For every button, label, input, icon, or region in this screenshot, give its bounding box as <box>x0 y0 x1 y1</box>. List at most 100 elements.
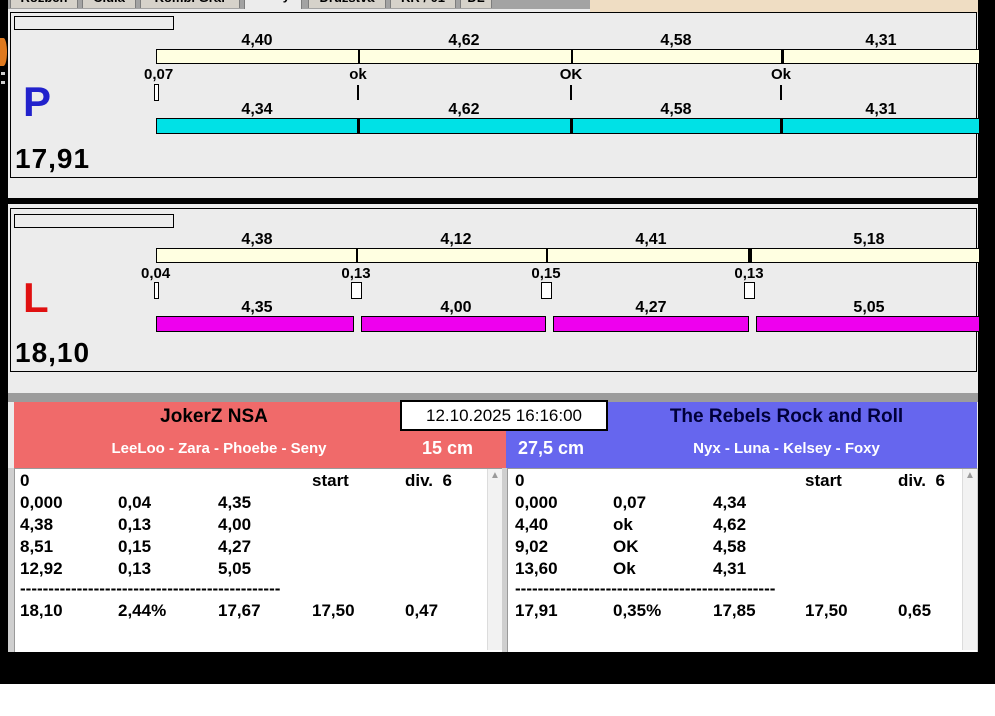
lane-p-mid-label: ok <box>349 66 367 83</box>
table-cell: 0,13 <box>118 515 152 534</box>
table-cell: 0,15 <box>118 537 152 556</box>
team-left-height: 15 cm <box>422 438 474 458</box>
result-table-left: 0 start div. 6 0,000 0,04 4,35 4,38 0,13… <box>14 468 502 652</box>
team-left-dogs: LeeLoo - Zara - Phoebe - Seny <box>111 440 327 457</box>
table-cell: 4,40 <box>515 515 549 534</box>
table-cell: 5,05 <box>218 559 252 578</box>
lane-p-time-bar <box>156 118 980 134</box>
lane-l-gap-marker <box>541 282 552 299</box>
lane-p-change-marker <box>357 85 359 100</box>
table-cell: 0,13 <box>118 559 152 578</box>
table-cell: 4,34 <box>713 493 747 512</box>
background-text-fragment <box>1 72 5 75</box>
lane-l-mid-label: 0,13 <box>734 265 764 282</box>
total-cell: 0,65 <box>898 601 932 620</box>
lane-l-panel: L 4,38 4,12 4,41 5,18 0,04 0,13 0,15 0,1… <box>10 208 980 372</box>
tab-dl[interactable]: DL <box>460 0 492 8</box>
bar-divider <box>748 249 752 262</box>
header-div: div. 6 <box>405 471 452 490</box>
table-cell: 0,000 <box>20 493 63 512</box>
table-cell: 13,60 <box>515 559 558 578</box>
table-cell: 0,000 <box>515 493 558 512</box>
total-cell: 17,50 <box>805 601 848 620</box>
lane-p-letter: P <box>23 78 52 125</box>
lane-p-start-marker <box>154 84 159 101</box>
lane-l-mid-label: 0,13 <box>341 265 371 282</box>
lane-l-bottom-value: 4,27 <box>635 299 667 316</box>
header-start: start <box>805 471 842 490</box>
lane-l-letter: L <box>23 274 49 321</box>
header-pos: 0 <box>515 471 525 490</box>
tab-grafy[interactable]: Grafy <box>244 0 302 9</box>
bar-divider <box>780 119 783 133</box>
lane-l-gap-marker <box>744 282 755 299</box>
bar-divider <box>570 119 573 133</box>
total-cell: 0,47 <box>405 601 439 620</box>
lane-l-time-bar-segment <box>361 316 546 332</box>
lane-l-mid-label: 0,04 <box>141 265 171 282</box>
lane-p-change-marker <box>570 85 572 100</box>
table-cell: 0,04 <box>118 493 152 512</box>
lane-l-bottom-value: 5,05 <box>853 299 885 316</box>
desktop-right-strip <box>978 0 995 684</box>
lane-l-top-value: 4,12 <box>440 231 472 248</box>
scrollbar[interactable]: ▲ <box>962 469 977 650</box>
lane-p-bottom-value: 4,31 <box>865 101 897 118</box>
table-cell: 12,92 <box>20 559 63 578</box>
bar-divider <box>546 249 548 262</box>
scroll-up-icon[interactable]: ▲ <box>488 469 502 483</box>
tab-cidla[interactable]: Cidla <box>82 0 136 8</box>
tab-kr-01[interactable]: KR / 01 <box>390 0 456 8</box>
table-cell: 8,51 <box>20 537 54 556</box>
table-cell: 4,27 <box>218 537 252 556</box>
lane-l-time-bar-segment <box>756 316 980 332</box>
bar-divider <box>357 119 360 133</box>
lane-p-bottom-value: 4,58 <box>660 101 692 118</box>
datetime-display: 12.10.2025 16:16:00 <box>400 400 608 431</box>
lane-l-top-value: 4,41 <box>635 231 667 248</box>
lane-p-judge-bar <box>156 49 980 64</box>
lane-p-bottom-value: 4,62 <box>448 101 480 118</box>
lane-l-time-bar-segment <box>553 316 749 332</box>
lane-l-top-value: 4,38 <box>241 231 273 248</box>
table-cell: 0,07 <box>613 493 647 512</box>
bar-divider <box>358 50 360 63</box>
table-cell: 4,00 <box>218 515 252 534</box>
lane-p-bottom-value: 4,34 <box>241 101 273 118</box>
total-cell: 0,35% <box>613 601 662 620</box>
table-cell: 4,38 <box>20 515 54 534</box>
bottom-black-band <box>0 652 995 684</box>
tab-druzstva[interactable]: Druzstva <box>308 0 386 8</box>
table-cell: OK <box>613 537 639 556</box>
desktop-left-strip <box>0 0 8 684</box>
background-app-icon <box>0 38 7 66</box>
lane-p-mid-label: Ok <box>770 66 792 83</box>
lane-p-top-value: 4,40 <box>241 32 273 49</box>
result-table-right: 0 start div. 6 0,000 0,07 4,34 4,40 ok 4… <box>507 468 977 652</box>
lane-l-top-value: 5,18 <box>853 231 885 248</box>
scrollbar[interactable]: ▲ <box>487 469 502 650</box>
table-divider-dashes: ----------------------------------------… <box>515 579 776 598</box>
tab-rozbeh[interactable]: Rozbeh <box>10 0 78 8</box>
bar-divider <box>571 50 573 63</box>
lane-p-total-time: 17,91 <box>15 143 91 174</box>
lane-separator <box>8 198 978 204</box>
lane-l-traffic-light <box>14 214 174 228</box>
lane-l-bottom-value: 4,35 <box>241 299 273 316</box>
bar-divider <box>356 249 358 262</box>
header-div: div. 6 <box>898 471 945 490</box>
lane-l-time-bar-segment <box>156 316 354 332</box>
team-right-height: 27,5 cm <box>518 438 585 458</box>
table-cell: 9,02 <box>515 537 549 556</box>
table-cell: 4,62 <box>713 515 747 534</box>
scroll-up-icon[interactable]: ▲ <box>963 469 977 483</box>
lane-p-top-value: 4,31 <box>865 32 897 49</box>
total-cell: 17,91 <box>515 601 558 620</box>
total-cell: 2,44% <box>118 601 167 620</box>
lane-p-mid-label: 0,07 <box>144 66 174 83</box>
lane-p-traffic-light <box>14 16 174 30</box>
tab-kombi-graf[interactable]: Kombi Graf <box>140 0 240 8</box>
table-cell: Ok <box>613 559 636 578</box>
table-divider-dashes: ----------------------------------------… <box>20 579 281 598</box>
header-start: start <box>312 471 349 490</box>
